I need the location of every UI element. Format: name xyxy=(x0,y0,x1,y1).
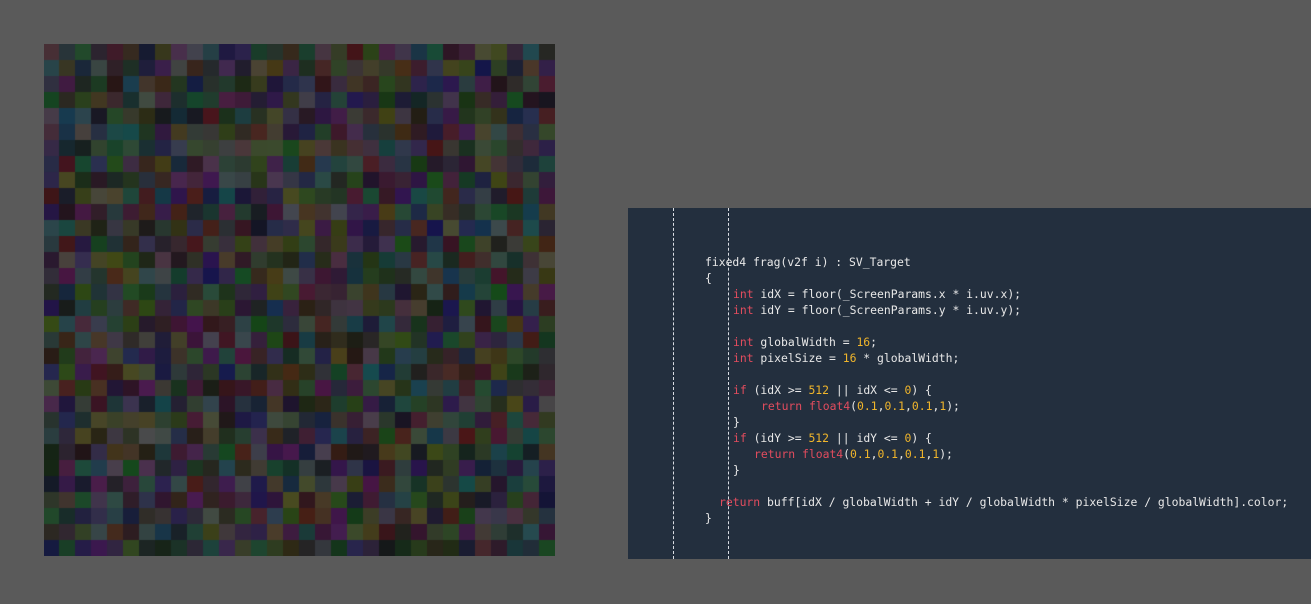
code-keyword: int xyxy=(733,351,754,365)
code-panel: fixed4 frag(v2f i) : SV_Target{int idX =… xyxy=(628,208,1311,559)
code-number: 0.1 xyxy=(857,399,878,413)
code-line: } xyxy=(628,462,1288,478)
code-text: pixelSize = xyxy=(753,351,843,365)
code-text: || idY <= xyxy=(829,431,905,445)
code-keyword: return xyxy=(754,447,796,461)
code-number: 0.1 xyxy=(911,399,933,413)
code-keyword: return xyxy=(761,399,803,413)
code-line: } xyxy=(628,414,1288,430)
code-number: 0.1 xyxy=(904,447,926,461)
code-number: 0.1 xyxy=(850,447,871,461)
code-text: } xyxy=(705,511,712,525)
code-keyword: int xyxy=(733,335,754,349)
code-text: buff[idX / globalWidth + idY / globalWid… xyxy=(760,495,1289,509)
code-line: if (idY >= 512 || idY <= 0) { xyxy=(628,430,1288,446)
code-keyword: int xyxy=(733,303,754,317)
code-number: 512 xyxy=(808,383,830,397)
code-keyword: if xyxy=(733,383,747,397)
code-number: 0.1 xyxy=(877,447,899,461)
code-keyword: return xyxy=(719,495,761,509)
code-number: 16 xyxy=(856,335,871,349)
code-text: ) { xyxy=(911,431,932,445)
code-keyword: int xyxy=(733,287,754,301)
code-text: ( xyxy=(850,399,858,413)
code-text: (idX >= xyxy=(746,383,809,397)
code-number: 0.1 xyxy=(884,399,906,413)
code-text: idX = floor(_ScreenParams.x * i.uv.x); xyxy=(753,287,1022,301)
code-text: { xyxy=(705,271,712,285)
code-line: int globalWidth = 16; xyxy=(628,334,1288,350)
code-text: ( xyxy=(843,447,851,461)
code-line: fixed4 frag(v2f i) : SV_Target xyxy=(628,254,1288,270)
code-text: ; xyxy=(870,335,878,349)
code-keyword: float4 xyxy=(802,447,844,461)
code-line: int pixelSize = 16 * globalWidth; xyxy=(628,350,1288,366)
code-text: globalWidth = xyxy=(753,335,857,349)
code-number: 512 xyxy=(808,431,830,445)
code-line: int idX = floor(_ScreenParams.x * i.uv.x… xyxy=(628,286,1288,302)
code-line: return float4(0.1,0.1,0.1,1); xyxy=(628,446,1288,462)
code-keyword: if xyxy=(733,431,747,445)
code-line: if (idX >= 512 || idX <= 0) { xyxy=(628,382,1288,398)
code-text: } xyxy=(733,415,740,429)
code-text: ) { xyxy=(911,383,932,397)
code-line: return buff[idX / globalWidth + idY / gl… xyxy=(628,494,1288,510)
pixel-grid-canvas xyxy=(44,44,555,556)
code-text: , xyxy=(905,399,912,413)
code-number: 16 xyxy=(842,351,857,365)
code-text: , xyxy=(898,447,905,461)
render-preview xyxy=(44,44,555,556)
code-text: fixed4 frag(v2f i) : SV_Target xyxy=(705,255,911,269)
code-block: fixed4 frag(v2f i) : SV_Target{int idX =… xyxy=(628,254,1288,526)
code-text: } xyxy=(733,463,740,477)
stage: fixed4 frag(v2f i) : SV_Target{int idX =… xyxy=(0,0,1311,604)
code-line: int idY = floor(_ScreenParams.y * i.uv.y… xyxy=(628,302,1288,318)
code-keyword: float4 xyxy=(809,399,851,413)
code-text: * globalWidth; xyxy=(856,351,960,365)
code-line: return float4(0.1,0.1,0.1,1); xyxy=(628,398,1288,414)
code-text: idY = floor(_ScreenParams.y * i.uv.y); xyxy=(753,303,1022,317)
code-text: ); xyxy=(939,447,953,461)
code-line: } xyxy=(628,510,1288,526)
code-line: { xyxy=(628,270,1288,286)
code-text: ); xyxy=(946,399,960,413)
code-text: (idY >= xyxy=(746,431,809,445)
code-text: || idX <= xyxy=(829,383,905,397)
